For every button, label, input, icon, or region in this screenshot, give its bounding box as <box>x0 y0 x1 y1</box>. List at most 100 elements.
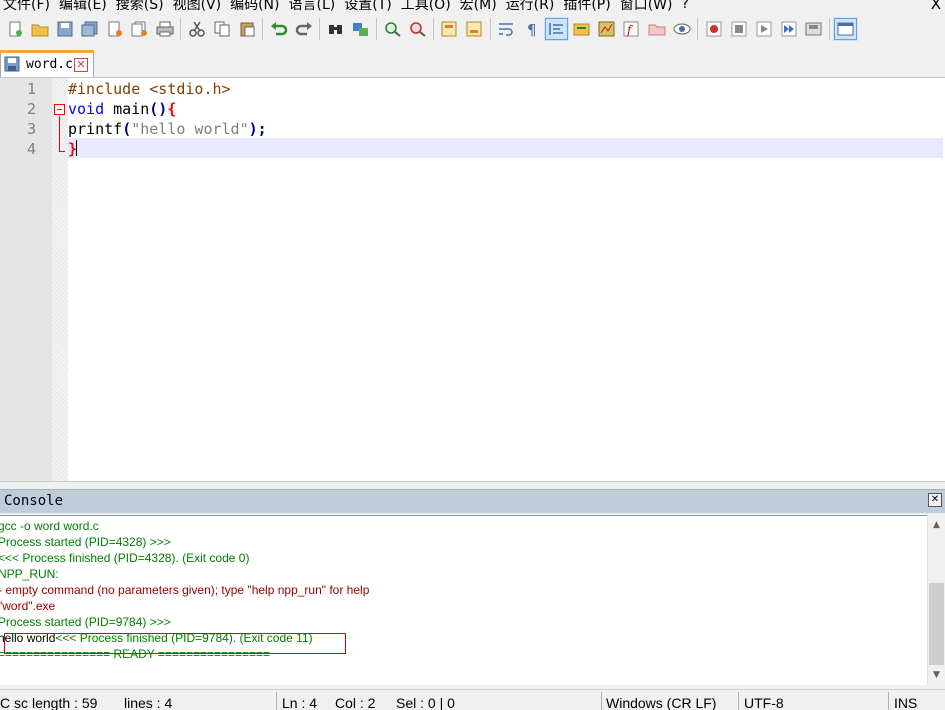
console-vertical-scrollbar[interactable]: ▲ ▼ <box>927 515 945 685</box>
console-output[interactable]: gcc -o word word.c Process started (PID=… <box>0 515 927 685</box>
indent-guide-icon[interactable] <box>544 17 569 41</box>
code-text: #include <stdio.h> <box>68 80 231 98</box>
toolbar-separator <box>180 18 181 40</box>
menu-encoding[interactable]: 编码(N) <box>227 0 285 14</box>
console-line: <<< Process finished (PID=4328). (Exit c… <box>0 551 250 565</box>
scroll-thumb[interactable] <box>929 583 944 665</box>
toolbar-separator <box>376 18 377 40</box>
paste-icon[interactable] <box>234 17 259 41</box>
fold-guide-end <box>59 151 65 152</box>
status-line-number: Ln : 4 <box>282 695 318 710</box>
status-insert-mode[interactable]: INS <box>894 695 917 710</box>
code-text: printf("hello world"); <box>68 119 267 139</box>
cut-icon[interactable] <box>184 17 209 41</box>
menu-search[interactable]: 搜索(S) <box>113 0 170 14</box>
status-length: length : 59 <box>32 695 98 710</box>
menu-help[interactable]: ? <box>679 0 695 12</box>
undo-icon[interactable] <box>266 17 291 41</box>
console-line: - empty command (no parameters given); t… <box>0 583 370 597</box>
annotation-highlight-box <box>4 633 346 654</box>
doc-map-icon[interactable] <box>594 17 619 41</box>
stop-macro-icon[interactable] <box>726 17 751 41</box>
saved-file-icon <box>4 56 20 72</box>
code-editor[interactable]: 1 #include <stdio.h> 2 void main(){ 3 pr… <box>0 77 945 482</box>
open-brace: { <box>167 100 177 118</box>
console-close-icon[interactable]: ✕ <box>928 493 942 507</box>
toolbar: ¶ f <box>0 14 945 44</box>
status-column: Col : 2 <box>335 695 376 710</box>
menu-edit[interactable]: 编辑(E) <box>56 0 113 14</box>
copy-icon[interactable] <box>209 17 234 41</box>
scroll-up-icon[interactable]: ▲ <box>928 517 945 534</box>
status-divider <box>888 692 889 710</box>
close-document-button[interactable]: X <box>931 0 941 13</box>
scroll-down-icon[interactable]: ▼ <box>928 667 945 684</box>
show-all-chars-icon[interactable]: ¶ <box>519 17 544 41</box>
tab-word-c[interactable]: word.c ✕ <box>0 50 94 77</box>
replace-icon[interactable] <box>348 17 373 41</box>
zoom-out-icon[interactable] <box>405 17 430 41</box>
fold-guide <box>59 116 60 152</box>
code-line: 1 #include <stdio.h> <box>0 79 945 99</box>
monitor-eye-icon[interactable] <box>669 17 694 41</box>
keyword-void: void <box>68 100 105 118</box>
sync-horizontal-icon[interactable] <box>462 17 487 41</box>
function-list-icon[interactable]: f <box>619 17 644 41</box>
code-text: void main(){ <box>68 99 176 119</box>
status-eol[interactable]: Windows (CR LF) <box>606 695 716 710</box>
run-macro-multiple-icon[interactable] <box>776 17 801 41</box>
menu-macro[interactable]: 宏(M) <box>457 0 503 14</box>
menu-language[interactable]: 语言(L) <box>286 0 342 14</box>
tab-label: word.c <box>26 56 73 72</box>
function-name: main <box>104 100 150 118</box>
console-header: Console ✕ <box>0 489 945 513</box>
toolbar-separator <box>829 18 830 40</box>
code-line: 2 void main(){ <box>0 99 945 119</box>
status-file-type: C sc <box>0 695 28 710</box>
string-literal: "hello world" <box>131 120 249 138</box>
line-number: 3 <box>26 120 36 138</box>
play-macro-icon[interactable] <box>751 17 776 41</box>
menu-run[interactable]: 运行(R) <box>503 0 561 14</box>
redo-icon[interactable] <box>291 17 316 41</box>
line-number: 1 <box>26 80 36 98</box>
toolbar-separator <box>433 18 434 40</box>
code-line: 4 } <box>0 139 945 159</box>
menu-plugins[interactable]: 插件(P) <box>560 0 616 14</box>
status-selection: Sel : 0 | 0 <box>396 695 455 710</box>
menu-settings[interactable]: 设置(T) <box>341 0 397 14</box>
save-all-icon[interactable] <box>77 17 102 41</box>
udl-icon[interactable] <box>569 17 594 41</box>
menu-file[interactable]: 文件(F) <box>0 0 56 14</box>
tab-bar: word.c ✕ <box>0 44 945 77</box>
console-line: "word".exe <box>0 599 56 613</box>
save-macro-icon[interactable] <box>801 17 826 41</box>
new-file-icon[interactable] <box>2 17 27 41</box>
folder-workspace-icon[interactable] <box>644 17 669 41</box>
paren: () <box>149 100 168 118</box>
menu-tools[interactable]: 工具(O) <box>398 0 457 14</box>
find-icon[interactable] <box>323 17 348 41</box>
console-line: gcc -o word word.c <box>0 519 99 533</box>
close-all-icon[interactable] <box>127 17 152 41</box>
print-icon[interactable] <box>152 17 177 41</box>
fold-toggle-icon[interactable] <box>54 104 65 115</box>
open-folder-icon[interactable] <box>27 17 52 41</box>
tab-close-icon[interactable]: ✕ <box>74 58 88 72</box>
record-macro-icon[interactable] <box>701 17 726 41</box>
text-caret <box>76 140 77 156</box>
code-line: 3 printf("hello world"); <box>0 119 945 139</box>
toolbar-separator <box>262 18 263 40</box>
sync-vertical-icon[interactable] <box>437 17 462 41</box>
panel-splitter[interactable] <box>0 481 945 488</box>
save-icon[interactable] <box>52 17 77 41</box>
console-toggle-icon[interactable] <box>833 17 858 41</box>
word-wrap-icon[interactable] <box>494 17 519 41</box>
toolbar-separator <box>319 18 320 40</box>
close-file-icon[interactable] <box>102 17 127 41</box>
menu-window[interactable]: 窗口(W) <box>617 0 679 14</box>
zoom-in-icon[interactable] <box>380 17 405 41</box>
status-bar: C sc length : 59 lines : 4 Ln : 4 Col : … <box>0 689 945 710</box>
status-encoding[interactable]: UTF-8 <box>744 695 784 710</box>
menu-view[interactable]: 视图(V) <box>170 0 228 14</box>
